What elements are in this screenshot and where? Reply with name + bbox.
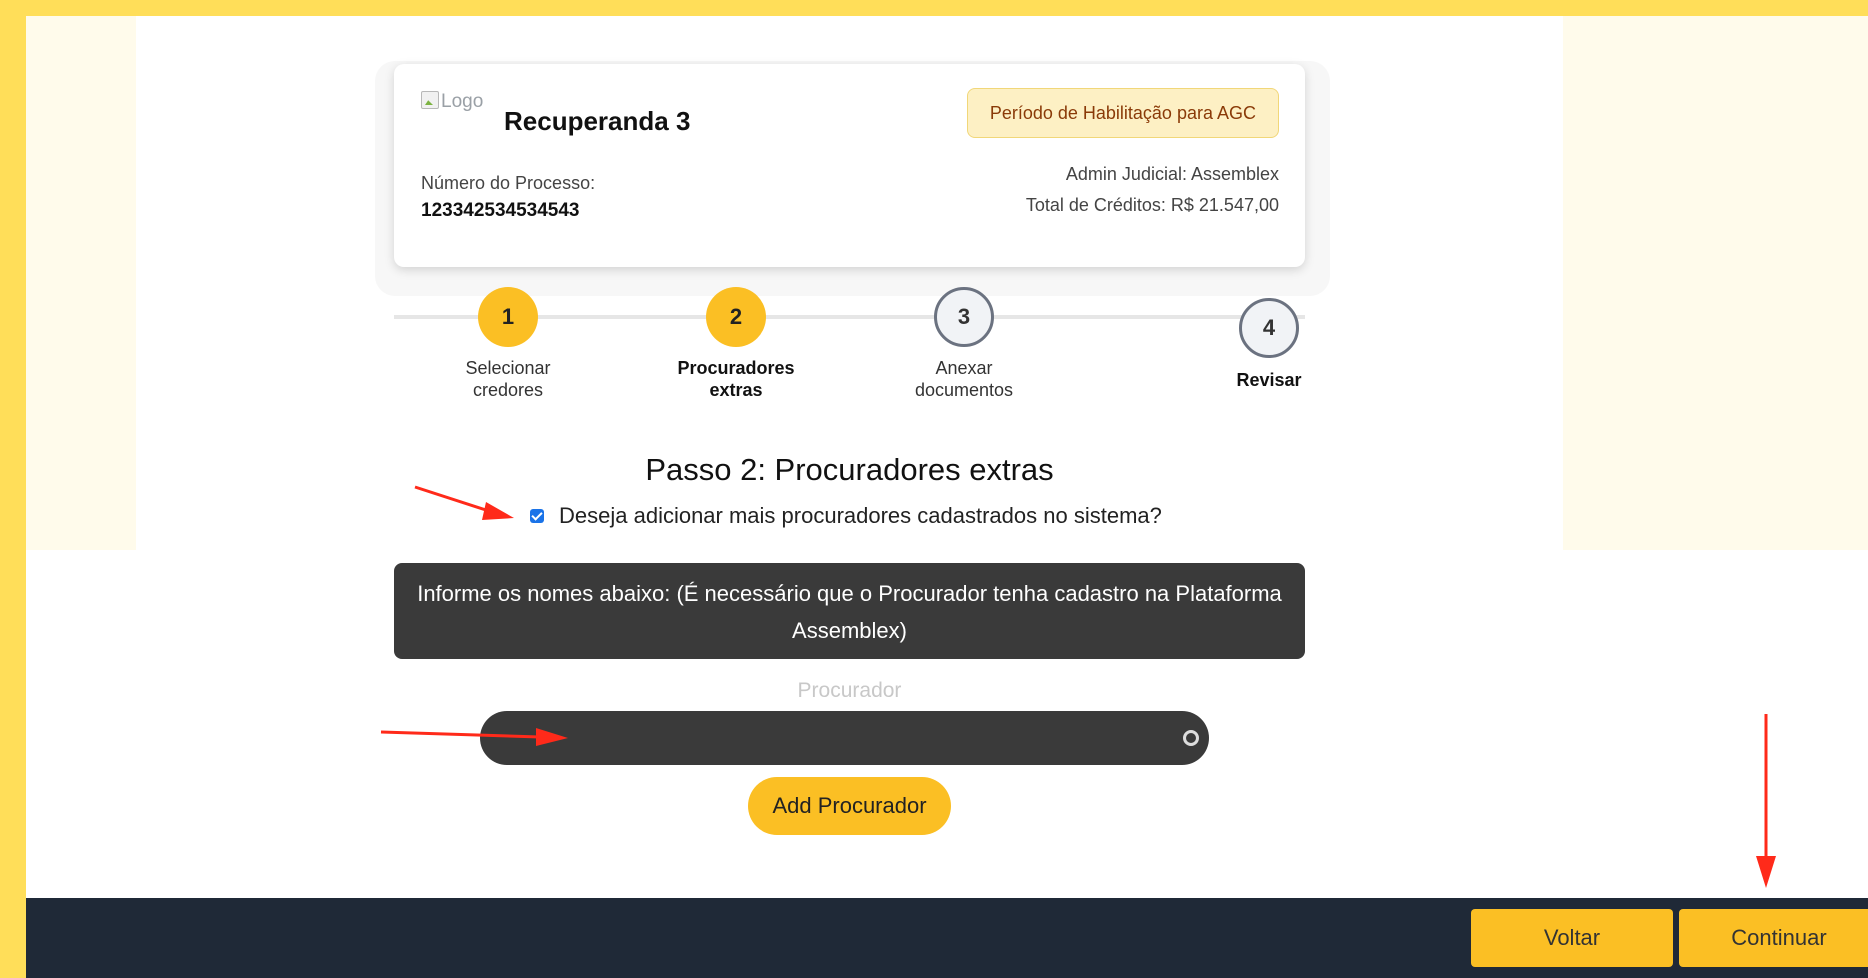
- step-1-circle[interactable]: 1: [478, 287, 538, 347]
- add-procurators-checkbox-row[interactable]: Deseja adicionar mais procuradores cadas…: [530, 503, 1162, 529]
- logo-alt-text: Logo: [441, 91, 484, 112]
- step-1-label-line2: credores: [472, 380, 544, 400]
- process-number-label: Número do Processo:: [421, 173, 596, 193]
- step-2-label: Procuradores extras: [636, 357, 836, 401]
- step-4-circle[interactable]: 4: [1239, 298, 1299, 358]
- step-3-label-line1: Anexar: [935, 358, 993, 378]
- process-card: Logo Recuperanda 3 Número do Processo: 1…: [394, 64, 1305, 267]
- clear-circle-icon[interactable]: [1183, 730, 1199, 746]
- process-number-value: 123342534534543: [421, 200, 580, 221]
- admin-judicial: Admin Judicial: Assemblex: [1065, 164, 1279, 184]
- footer-bar: Voltar Continuar: [26, 898, 1868, 978]
- step-2-label-line2: extras: [709, 380, 763, 400]
- add-procurador-button[interactable]: Add Procurador: [748, 777, 951, 835]
- company-logo: Logo: [421, 91, 493, 117]
- info-notice: Informe os nomes abaixo: (É necessário q…: [394, 563, 1305, 659]
- app-viewport: Logo Recuperanda 3 Número do Processo: 1…: [26, 16, 1868, 978]
- company-name: Recuperanda 3: [504, 106, 691, 136]
- total-credits: Total de Créditos: R$ 21.547,00: [1025, 195, 1279, 215]
- step-2-label-line1: Procuradores: [677, 358, 795, 378]
- step-3-label-line2: documentos: [914, 380, 1014, 400]
- back-button[interactable]: Voltar: [1471, 909, 1673, 967]
- info-line-1: Informe os nomes abaixo: (É necessário q…: [417, 581, 1282, 606]
- step-title: Passo 2: Procuradores extras: [645, 452, 1054, 487]
- broken-image-icon: [421, 91, 439, 109]
- continue-button[interactable]: Continuar: [1679, 909, 1868, 967]
- step-3-label: Anexar documentos: [864, 357, 1064, 401]
- info-line-2: Assemblex): [792, 618, 907, 643]
- step-1-label: Selecionar credores: [408, 357, 608, 401]
- step-4-label: Revisar: [1169, 369, 1369, 391]
- procurador-select[interactable]: [480, 711, 1209, 765]
- procurador-field-label: Procurador: [797, 679, 902, 702]
- add-procurators-checkbox[interactable]: [530, 509, 544, 523]
- step-4-label-line1: Revisar: [1236, 370, 1302, 390]
- step-1-label-line1: Selecionar: [465, 358, 551, 378]
- step-3-circle[interactable]: 3: [934, 287, 994, 347]
- period-badge: Período de Habilitação para AGC: [966, 88, 1279, 138]
- step-2-circle[interactable]: 2: [706, 287, 766, 347]
- checkbox-label: Deseja adicionar mais procuradores cadas…: [559, 503, 1162, 528]
